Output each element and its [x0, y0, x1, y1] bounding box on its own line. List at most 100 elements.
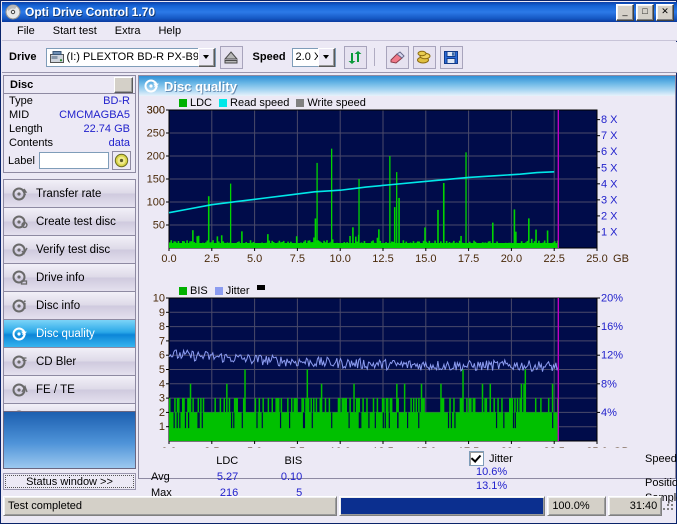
legend-label-ldc: LDC	[190, 97, 213, 109]
progress-fill	[341, 498, 544, 514]
disc-row-type-value: BD-R	[103, 95, 130, 107]
svg-text:6: 6	[159, 350, 165, 362]
svg-text:0.0: 0.0	[161, 253, 176, 265]
drive-icon	[49, 50, 64, 64]
disc-row-mid: MID CMCMAGBA5	[4, 108, 135, 122]
sidebar-item-label: Verify test disc	[36, 243, 111, 256]
jitter-toggle[interactable]: Jitter	[469, 451, 513, 466]
sidebar-item-cd-bler[interactable]: CD Bler	[3, 347, 136, 375]
save-button[interactable]	[439, 45, 463, 69]
status-message: Test completed	[3, 496, 338, 516]
chevron-down-icon[interactable]	[197, 47, 215, 67]
eject-button[interactable]	[219, 45, 243, 69]
status-bar: Test completed 100.0% 31:40	[3, 495, 676, 517]
maximize-button[interactable]: □	[636, 3, 654, 21]
eject-icon	[223, 50, 239, 65]
svg-text:25.0: 25.0	[586, 253, 607, 265]
toolbar-separator	[373, 48, 375, 66]
window-controls: _ □ ✕	[616, 3, 674, 21]
disc-label-input[interactable]	[38, 152, 109, 169]
sidebar-item-label: Drive info	[36, 271, 85, 284]
print-button[interactable]	[412, 45, 436, 69]
readout-position: Position 23281 MB	[645, 475, 677, 490]
disc-quality-icon	[143, 78, 161, 94]
sidebar-item-label: Transfer rate	[36, 187, 102, 200]
menu-extra[interactable]: Extra	[106, 23, 150, 39]
cell-max-jitter: 13.1%	[476, 480, 508, 492]
disc-panel-title: Disc	[10, 78, 34, 91]
window-title: Opti Drive Control 1.70	[25, 5, 156, 19]
sidebar-item-create-test-disc[interactable]: Create test disc	[3, 207, 136, 235]
cell-avg-ldc: 5.27	[216, 471, 239, 483]
svg-text:10.0: 10.0	[329, 253, 350, 265]
sidebar-item-label: Create test disc	[36, 215, 116, 228]
sidebar-item-label: CD Bler	[36, 355, 77, 368]
refresh-icon	[347, 50, 363, 65]
svg-text:16%: 16%	[601, 321, 623, 333]
sidebar-item-fe-te[interactable]: FE / TE	[3, 375, 136, 403]
svg-text:20%: 20%	[601, 293, 623, 305]
sidebar-item-label: Disc quality	[36, 327, 95, 340]
disc-row-contents-value: data	[108, 137, 130, 149]
speed-select[interactable]: 2.0 X	[291, 47, 336, 67]
sidebar-item-verify-test-disc[interactable]: Verify test disc	[3, 235, 136, 263]
disc-row-mid-value: CMCMAGBA5	[59, 109, 130, 121]
main-panel-header: Disc quality	[139, 76, 675, 96]
jitter-checkbox[interactable]	[469, 451, 484, 466]
disc-panel-header: Disc	[4, 76, 135, 94]
disc-row-length-key: Length	[9, 123, 43, 135]
legend-swatch-read-speed	[219, 99, 228, 107]
svg-text:12%: 12%	[601, 350, 623, 362]
speed-value: 2.0 X	[295, 51, 318, 63]
legend-marker-box	[256, 285, 265, 290]
disc-drive-icon	[9, 270, 31, 286]
main-panel: Disc quality LDC Read speed Write speed …	[138, 75, 677, 515]
status-window-button[interactable]: Status window >>	[3, 473, 136, 490]
svg-text:2.5: 2.5	[204, 253, 219, 265]
legend-swatch-ldc	[179, 99, 187, 107]
sidebar-item-drive-info[interactable]: Drive info	[3, 263, 136, 291]
chevron-down-icon[interactable]	[317, 47, 335, 67]
menu-start-test[interactable]: Start test	[44, 23, 106, 39]
svg-text:250: 250	[147, 128, 165, 140]
disc-panel: Disc Type BD-R MID CMCMAGBA5 Length 22.7…	[3, 75, 136, 173]
erase-button[interactable]	[385, 45, 409, 69]
sidebar-item-transfer-rate[interactable]: Transfer rate	[3, 179, 136, 207]
menu-help[interactable]: Help	[149, 23, 190, 39]
table-header-row: LDC BIS	[151, 454, 302, 468]
disc-verify-icon	[9, 242, 31, 258]
refresh-button[interactable]	[343, 45, 367, 69]
drive-select[interactable]: (I:) PLEXTOR BD-R PX-B950SA 1.04	[45, 47, 216, 67]
drive-label: Drive	[9, 51, 37, 63]
legend-swatch-write-speed	[296, 99, 305, 107]
disc-info-icon	[9, 298, 31, 314]
svg-text:3 X: 3 X	[601, 194, 618, 206]
cell-avg-bis: 0.10	[280, 471, 303, 483]
close-button[interactable]: ✕	[656, 3, 674, 21]
menu-file[interactable]: File	[8, 23, 44, 39]
svg-text:8 X: 8 X	[601, 114, 618, 126]
table-row: Avg 5.27 0.10	[151, 470, 302, 484]
disc-create-icon	[9, 214, 31, 230]
svg-text:12.5: 12.5	[372, 253, 393, 265]
minimize-button[interactable]: _	[616, 3, 634, 21]
resize-grip-icon[interactable]	[662, 499, 676, 513]
sidebar-nav: Transfer rate Create test disc Verify te…	[3, 179, 136, 431]
svg-text:1 X: 1 X	[601, 226, 618, 238]
legend-label-jitter: Jitter	[225, 285, 250, 297]
jitter-label: Jitter	[489, 452, 513, 465]
disc-row-contents-key: Contents	[9, 137, 54, 149]
disc-refresh-button[interactable]	[111, 151, 131, 170]
sidebar-item-disc-quality[interactable]: Disc quality	[3, 319, 136, 347]
disc-fete-icon	[9, 382, 31, 398]
eraser-icon	[389, 50, 405, 65]
svg-text:150: 150	[147, 174, 165, 186]
sidebar-item-disc-info[interactable]: Disc info	[3, 291, 136, 319]
coins-icon	[416, 50, 432, 65]
col-header-bis: BIS	[284, 455, 303, 467]
svg-text:17.5: 17.5	[458, 253, 479, 265]
title-bar: Opti Drive Control 1.70 _ □ ✕	[2, 2, 677, 22]
legend-label-read-speed: Read speed	[230, 97, 290, 109]
disc-panel-button[interactable]	[114, 76, 133, 93]
svg-text:2 X: 2 X	[601, 210, 618, 222]
